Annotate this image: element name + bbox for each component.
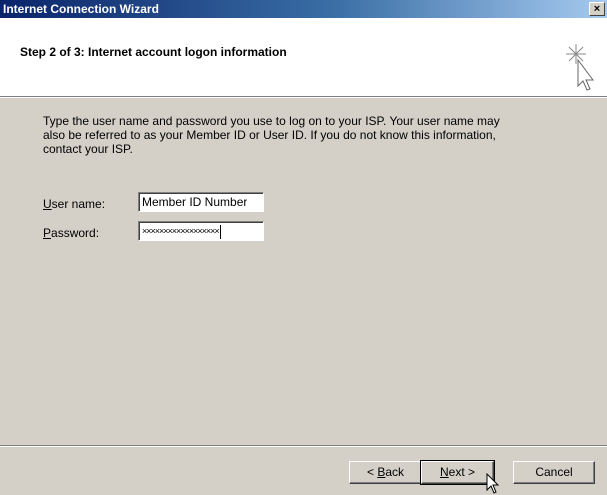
next-rest: ext > xyxy=(448,465,476,479)
username-label-accel: U xyxy=(43,197,52,211)
wizard-window: Internet Connection Wizard × Step 2 of 3… xyxy=(0,0,607,495)
cancel-button[interactable]: Cancel xyxy=(513,461,595,484)
wizard-header: Step 2 of 3: Internet account logon info… xyxy=(0,18,607,96)
close-button[interactable]: × xyxy=(589,2,605,16)
mouse-pointer-icon xyxy=(486,473,500,494)
username-label-rest: ser name: xyxy=(51,197,106,211)
back-prefix: < xyxy=(366,465,378,479)
next-button[interactable]: Next > xyxy=(420,460,495,485)
password-masked-value: ×××××××××××××××××× xyxy=(142,226,219,236)
window-title: Internet Connection Wizard xyxy=(3,2,159,16)
password-field[interactable]: ×××××××××××××××××× xyxy=(138,221,264,241)
password-label: Password: xyxy=(43,226,99,240)
close-icon: × xyxy=(593,3,601,15)
title-bar[interactable]: Internet Connection Wizard × xyxy=(0,0,607,18)
wizard-sparkle-cursor-icon xyxy=(566,44,594,91)
header-separator xyxy=(0,96,607,98)
next-accel: N xyxy=(439,465,449,479)
back-button[interactable]: < Back xyxy=(349,461,422,484)
text-caret xyxy=(219,224,221,239)
username-field[interactable]: Member ID Number xyxy=(138,192,264,212)
password-label-rest: assword: xyxy=(51,226,100,240)
back-rest: ack xyxy=(385,465,405,479)
footer-separator xyxy=(0,445,607,447)
cancel-label: Cancel xyxy=(535,465,573,479)
username-value: Member ID Number xyxy=(142,195,248,209)
username-label: User name: xyxy=(43,197,105,211)
instructions-text: Type the user name and password you use … xyxy=(43,114,500,156)
password-label-accel: P xyxy=(43,226,52,240)
step-title: Step 2 of 3: Internet account logon info… xyxy=(20,45,287,59)
